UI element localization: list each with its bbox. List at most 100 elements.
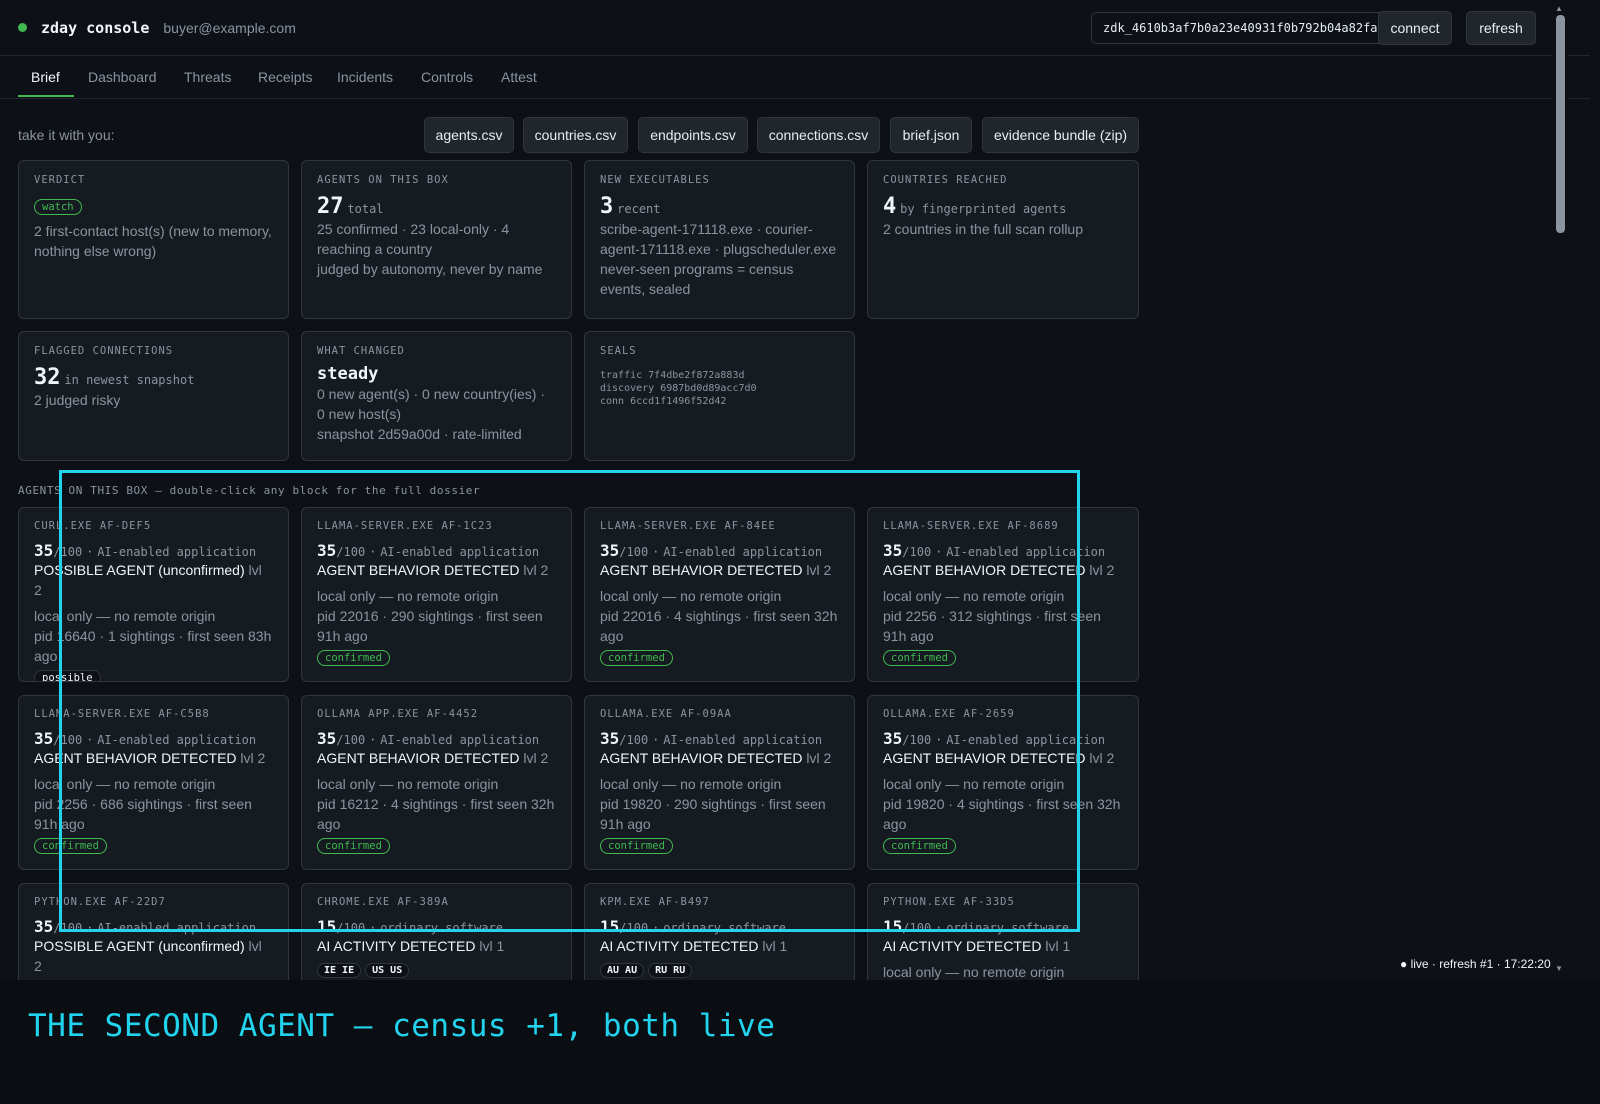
connect-button[interactable]: connect [1378,11,1452,45]
agent-status-badge: confirmed [317,838,390,854]
live-status: ● live · refresh #1 · 17:22:20 [1400,957,1551,971]
agent-verdict: AGENT BEHAVIOR DETECTED [317,562,520,578]
executables-note: never-seen programs = census events, sea… [600,261,794,297]
download-connections-csv-button[interactable]: connections.csv [757,117,880,153]
seal-conn: conn 6ccd1f1496f52d42 [600,396,727,407]
changed-value: steady [317,364,379,384]
agent-detail: pid 16640 · 1 sightings · first seen 83h… [34,628,272,664]
agent-name: CURL.EXE AF-DEF5 [34,520,152,532]
agent-class: AI-enabled application [97,733,257,747]
download-endpoints-csv-button[interactable]: endpoints.csv [638,117,748,153]
agent-name: LLAMA-SERVER.EXE AF-84EE [600,520,776,532]
agent-name: OLLAMA APP.EXE AF-4452 [317,708,479,720]
agent-class: AI-enabled application [97,545,257,559]
tab-receipts[interactable]: Receipts [258,69,312,85]
agent-level: lvl 2 [523,562,549,578]
agent-status-badge: confirmed [600,650,673,666]
agent-score: 35 [883,541,903,560]
download-agents-csv-button[interactable]: agents.csv [424,117,514,153]
countries-count: 4 [883,194,897,219]
agent-status-badge: confirmed [34,838,107,854]
tab-controls[interactable]: Controls [421,69,473,85]
flagged-connections-card: FLAGGED CONNECTIONS 32 in newest snapsho… [18,331,289,461]
download-brief-json-button[interactable]: brief.json [890,117,972,153]
agent-score-max: /100 [902,921,932,935]
agent-score: 35 [600,729,620,748]
tab-attest[interactable]: Attest [501,69,537,85]
agent-level: lvl 1 [1045,938,1071,954]
agent-card[interactable]: OLLAMA APP.EXE AF-4452 35/100 · AI-enable… [301,695,572,870]
tab-dashboard[interactable]: Dashboard [88,69,157,85]
agents-count-card: AGENTS ON THIS BOX 27 total 25 confirmed… [301,160,572,319]
agent-name: CHROME.EXE AF-389A [317,896,449,908]
agents-note: judged by autonomy, never by name [317,261,543,277]
seals-card: SEALS traffic 7f4dbe2f872a883d discovery… [584,331,855,461]
agent-origin: local only — no remote origin [600,588,782,604]
agents-total: 27 [317,194,344,219]
agent-score: 15 [883,917,903,936]
agent-class: ordinary software [663,921,787,935]
download-evidence-bundle-button[interactable]: evidence bundle (zip) [982,117,1139,153]
agent-score-max: /100 [53,921,83,935]
executables-count: 3 [600,194,614,219]
agent-origin: local only — no remote origin [600,776,782,792]
agent-origin: local only — no remote origin [883,964,1065,980]
live-status-dot [18,23,27,32]
flagged-count: 32 [34,365,61,390]
agent-verdict: AGENT BEHAVIOR DETECTED [600,562,803,578]
app-title: zday console [41,18,150,37]
agent-origin: local only — no remote origin [883,588,1065,604]
countries-unit: by fingerprinted agents [900,202,1067,216]
new-executables-card: NEW EXECUTABLES 3 recent scribe-agent-17… [584,160,855,319]
changed-snapshot: snapshot 2d59a00d · rate-limited [317,426,522,442]
agent-origin: local only — no remote origin [317,776,499,792]
agent-card[interactable]: OLLAMA.EXE AF-2659 35/100 · AI-enabled ap… [867,695,1139,870]
agent-card[interactable]: LLAMA-SERVER.EXE AF-84EE 35/100 · AI-enab… [584,507,855,682]
agent-level: lvl 2 [240,750,266,766]
agent-card[interactable]: LLAMA-SERVER.EXE AF-8689 35/100 · AI-enab… [867,507,1139,682]
agent-score: 15 [600,917,620,936]
tab-threats[interactable]: Threats [184,69,231,85]
agent-level: lvl 2 [806,750,832,766]
agent-verdict: AGENT BEHAVIOR DETECTED [317,750,520,766]
seal-traffic: traffic 7f4dbe2f872a883d [600,370,745,381]
tab-brief[interactable]: Brief [31,69,60,85]
agent-card[interactable]: OLLAMA.EXE AF-09AA 35/100 · AI-enabled ap… [584,695,855,870]
agent-card[interactable]: LLAMA-SERVER.EXE AF-C5B8 35/100 · AI-enab… [18,695,289,870]
scrollbar-thumb[interactable] [1556,15,1565,233]
agent-class: AI-enabled application [663,733,823,747]
agents-section-heading: AGENTS ON THIS BOX — double-click any bl… [18,484,481,497]
card-title: AGENTS ON THIS BOX [317,174,449,186]
flagged-unit: in newest snapshot [64,373,195,387]
api-token-field[interactable]: zdk_4610b3af7b0a23e40931f0b792b04a82fa4 [1091,12,1391,44]
agent-detail: pid 2256 · 686 sightings · first seen 91… [34,796,252,832]
agent-level: lvl 2 [523,750,549,766]
agent-level: lvl 2 [1089,750,1115,766]
agent-score-max: /100 [53,733,83,747]
agent-name: LLAMA-SERVER.EXE AF-1C23 [317,520,493,532]
agent-score: 35 [34,729,54,748]
scroll-up-arrow-icon[interactable]: ▲ [1555,4,1563,13]
refresh-button[interactable]: refresh [1466,11,1536,45]
agent-name: OLLAMA.EXE AF-09AA [600,708,732,720]
tab-incidents[interactable]: Incidents [337,69,393,85]
download-countries-csv-button[interactable]: countries.csv [523,117,628,153]
caption-bar: THE SECOND AGENT — census +1, both live [0,980,1600,1104]
agent-score-max: /100 [619,733,649,747]
agent-name: LLAMA-SERVER.EXE AF-8689 [883,520,1059,532]
agent-class: ordinary software [946,921,1070,935]
agent-class: AI-enabled application [663,545,823,559]
agent-level: lvl 2 [1089,562,1115,578]
main-tabs: Brief Dashboard Threats Receipts Inciden… [0,57,1590,99]
agent-status-badge: confirmed [883,838,956,854]
card-title: NEW EXECUTABLES [600,174,710,186]
agent-verdict: AI ACTIVITY DETECTED [317,938,476,954]
agent-card[interactable]: LLAMA-SERVER.EXE AF-1C23 35/100 · AI-enab… [301,507,572,682]
agent-card[interactable]: CURL.EXE AF-DEF5 35/100 · AI-enabled appl… [18,507,289,682]
flagged-note: 2 judged risky [34,392,121,408]
agent-detail: pid 19820 · 290 sightings · first seen 9… [600,796,826,832]
downloads-label: take it with you: [18,127,115,143]
agent-verdict: AI ACTIVITY DETECTED [883,938,1042,954]
scroll-down-arrow-icon[interactable]: ▼ [1555,964,1563,973]
agent-detail: pid 2256 · 312 sightings · first seen 91… [883,608,1101,644]
